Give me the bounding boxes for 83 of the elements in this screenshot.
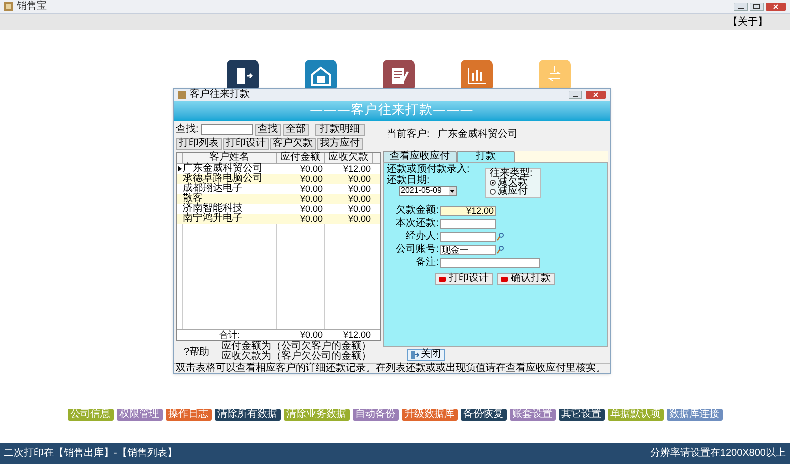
- exit-icon: [411, 351, 419, 359]
- settings-button[interactable]: 清除所有数据: [214, 409, 280, 421]
- table-cell-text: ¥12.00: [342, 164, 372, 174]
- help-text: 应付金额为（公司欠客户的金额）: [222, 342, 372, 352]
- toolbar-button[interactable]: 打款明细: [314, 124, 365, 136]
- table-cell-text: ¥0.00: [347, 194, 372, 204]
- record-icon: [501, 276, 508, 282]
- tab[interactable]: 查看应收应付: [383, 151, 457, 162]
- table-cell-text: 济南智能科技: [183, 204, 244, 214]
- table-cell-text: 散客: [183, 194, 204, 204]
- row-pointer-icon: [178, 166, 182, 172]
- radio-button[interactable]: [490, 188, 496, 194]
- action-button[interactable]: 打印设计: [435, 273, 493, 285]
- total-cell-text: ¥12.00: [342, 330, 372, 340]
- close-icon[interactable]: [766, 2, 786, 10]
- table-cell-text: 承德卓路电脑公司: [183, 174, 264, 184]
- search-icon[interactable]: [497, 233, 504, 241]
- input-field[interactable]: [440, 258, 540, 268]
- dialog-title: 客户往来打款: [190, 90, 250, 100]
- record-icon: [439, 276, 446, 282]
- table-cell-text: ¥0.00: [347, 174, 372, 184]
- footer-hint: 二次打印在【销售出库】-【销售列表】: [4, 446, 178, 461]
- table-cell-text: ¥0.00: [347, 204, 372, 214]
- total-cell-text: ¥0.00: [299, 330, 324, 340]
- field-label: 欠款金额:: [395, 206, 439, 216]
- radio-label: 减欠款: [498, 178, 528, 187]
- resolution-hint: 分辨率请设置在1200X800以上: [650, 446, 786, 461]
- search-label: 查找:: [176, 124, 199, 134]
- toolbar-button[interactable]: 打印设计: [223, 138, 269, 150]
- dropdown-icon: [449, 187, 456, 195]
- field-label: 经办人:: [405, 232, 439, 242]
- toolbar-button[interactable]: 查找: [254, 124, 281, 136]
- date-label: 还款日期:: [387, 175, 431, 186]
- dialog-icon: [178, 91, 186, 99]
- table-cell-text: ¥0.00: [347, 214, 372, 224]
- action-button[interactable]: 确认打款: [497, 273, 555, 285]
- table-cell-text: ¥0.00: [299, 164, 324, 174]
- table-cell-text: ¥0.00: [299, 194, 324, 204]
- about-link[interactable]: 【关于】: [728, 14, 768, 30]
- customer-label: 当前客户:: [387, 128, 430, 142]
- table-cell-text: ¥0.00: [299, 204, 324, 214]
- field-label: 公司账号:: [395, 245, 439, 255]
- settings-button[interactable]: 备份恢复: [460, 409, 506, 421]
- group-title: 往来类型:: [490, 169, 534, 178]
- field-label: 本次还款:: [395, 219, 439, 229]
- table-cell-text: ¥0.00: [299, 184, 324, 194]
- banner-title: ———客户往来打款———: [310, 102, 474, 120]
- maximize-icon[interactable]: [750, 2, 764, 10]
- group-title: 还款或预付款录入:: [387, 164, 471, 175]
- input-field[interactable]: [440, 232, 496, 242]
- help-text: 应收欠款为（客户欠公司的金额）: [222, 352, 372, 362]
- search-field[interactable]: [200, 124, 253, 135]
- status-text: 双击表格可以查看相应客户的详细还款记录。在列表还款或或出现负值请在查看应收应付里核实。: [176, 364, 606, 374]
- input-field[interactable]: ¥12.00: [440, 206, 496, 216]
- window-title: 销售宝: [17, 2, 47, 12]
- total-cell-text: 合计:: [218, 330, 242, 340]
- table-cell-text: ¥0.00: [299, 214, 324, 224]
- table-cell-text: 广东金威科贸公司: [183, 164, 264, 174]
- app-icon: [4, 2, 13, 11]
- radio-button[interactable]: [490, 180, 496, 186]
- date-picker[interactable]: 2021-05-09: [399, 186, 457, 196]
- radio-label: 减应付: [498, 187, 528, 196]
- tab[interactable]: 打款: [457, 151, 515, 162]
- input-field[interactable]: [440, 219, 496, 229]
- close-icon[interactable]: [586, 91, 606, 99]
- field-label: 备注:: [415, 258, 439, 268]
- help-link[interactable]: ?帮助: [184, 344, 210, 360]
- date-value: 2021-05-09: [401, 187, 442, 195]
- minimize-icon[interactable]: [734, 2, 748, 10]
- toolbar-button[interactable]: 我方应付: [317, 138, 363, 150]
- table-cell-text: 成都翔达电子: [183, 184, 244, 194]
- toolbar-button[interactable]: 客户欠款: [270, 138, 316, 150]
- table-cell-text: 南宁鸿升电子: [183, 214, 244, 224]
- input-field[interactable]: 现金一: [440, 245, 496, 255]
- table-cell-text: ¥0.00: [347, 184, 372, 194]
- toolbar-button[interactable]: 全部: [282, 124, 309, 136]
- search-icon[interactable]: [497, 246, 504, 254]
- minimize-icon[interactable]: [569, 91, 582, 99]
- settings-button[interactable]: 其它设置: [558, 409, 604, 421]
- table-cell-text: ¥0.00: [299, 174, 324, 184]
- close-button[interactable]: 关闭: [407, 349, 445, 361]
- customer-name: 广东金威科贸公司: [438, 128, 518, 142]
- toolbar-button[interactable]: 打印列表: [176, 138, 222, 150]
